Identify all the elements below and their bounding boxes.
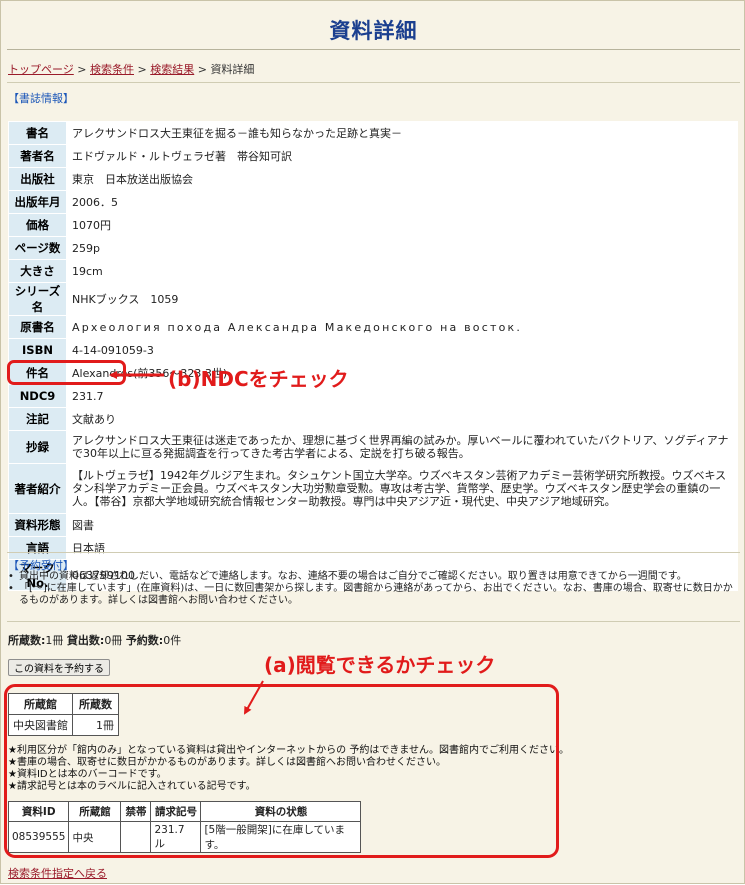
annotation-arrows <box>109 371 264 715</box>
annotation-arrow-a <box>244 680 264 715</box>
page-frame: 資料詳細 トップページ > 検索条件 > 検索結果 > 資料詳細 【書誌情報】 … <box>0 0 745 884</box>
